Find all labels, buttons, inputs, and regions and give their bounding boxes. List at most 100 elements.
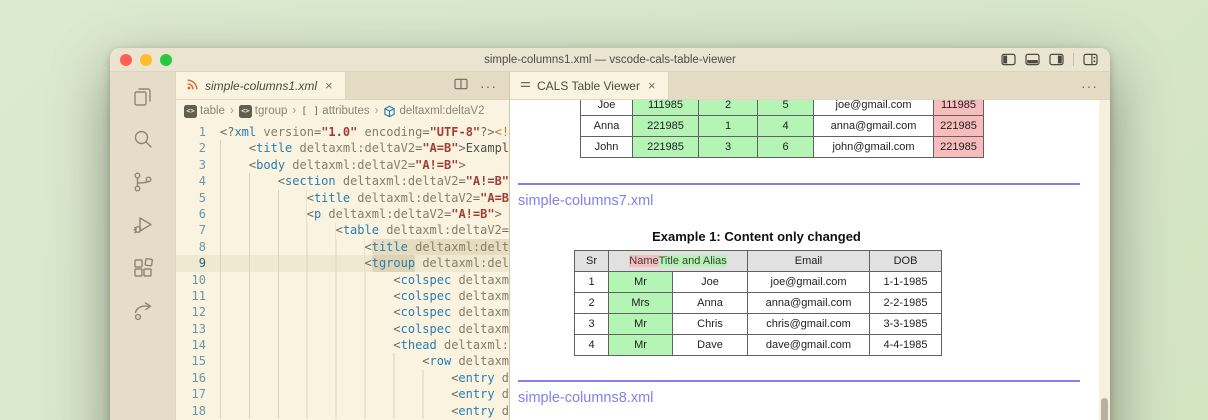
code-line-10[interactable]: 10 <colspec deltaxml [176,272,509,288]
breadcrumb-item-table[interactable]: <>table [184,105,225,118]
code-line-8[interactable]: 8 <title deltaxml:delta [176,239,509,255]
code-line-11[interactable]: 11 <colspec deltaxml [176,288,509,304]
explorer-icon [131,84,155,108]
code-token: < [365,239,372,255]
code-token: deltaxml [458,321,509,337]
code-line-18[interactable]: 18 <entry de [176,403,509,419]
code-line-12[interactable]: 12 <colspec deltaxml [176,304,509,320]
line-number: 6 [176,206,220,222]
code-token: deltaxml:deltaV2 [357,190,473,206]
activity-item-run-debug[interactable] [129,211,157,239]
inserted-header-text: Title and Alias [659,255,727,267]
code-line-5[interactable]: 5 <title deltaxml:deltaV2="A=B"> [176,190,509,206]
table-cell: joe@gmail.com [748,272,870,293]
element-icon: <> [184,105,197,118]
activity-item-extensions[interactable] [129,254,157,282]
code-token: < [307,206,314,222]
code-editor[interactable]: 1<?xml version="1.0" encoding="UTF-8"?><… [176,122,509,420]
code-token: deltaxml:deltaV2 [300,140,416,156]
code-token: < [451,370,458,386]
breadcrumb-label: attributes [322,105,369,117]
code-token: = [444,206,451,222]
code-token: < [451,386,458,402]
code-line-14[interactable]: 14 <thead deltaxml:d [176,337,509,353]
code-token: deltaxml:deltaV2 [386,222,502,238]
code-line-16[interactable]: 16 <entry de [176,370,509,386]
breadcrumb-item-attributes[interactable]: [ ]attributes [301,105,369,117]
table-cell: Mr [609,314,673,335]
code-token: < [422,353,429,369]
table-cell: 2 [699,100,758,116]
code-token [495,386,502,402]
code-line-13[interactable]: 13 <colspec deltaxml [176,321,509,337]
table-cell: Joe [673,272,748,293]
table-cell: Anna [581,116,633,137]
tab-cals-table-viewer[interactable]: CALS Table Viewer × [510,72,669,99]
indent-guide [220,239,365,255]
code-token: row [430,353,452,369]
indent-guide [220,288,393,304]
table-cell: 4-4-1985 [870,335,942,356]
line-number: 4 [176,173,220,189]
code-token: xml [234,124,256,140]
code-token: < [393,272,400,288]
customize-layout-icon[interactable] [1083,53,1098,66]
line-number: 2 [176,140,220,156]
toggle-sidebar-right-icon[interactable] [1049,53,1064,66]
activity-item-search[interactable] [129,125,157,153]
indent-guide [220,140,249,156]
traffic-lights [120,54,172,66]
code-line-6[interactable]: 6 <p deltaxml:deltaV2="A!=B"> [176,206,509,222]
code-token: deltaxml [458,304,509,320]
maximize-window-button[interactable] [160,54,172,66]
line-number: 5 [176,190,220,206]
code-line-1[interactable]: 1<?xml version="1.0" encoding="UTF-8"?><… [176,124,509,140]
code-token: = [408,157,415,173]
activity-item-explorer[interactable] [129,82,157,110]
webview-scrollbar-thumb[interactable] [1101,398,1108,420]
code-line-3[interactable]: 3 <body deltaxml:deltaV2="A!=B"> [176,157,509,173]
code-token: > [495,206,502,222]
tab-simple-columns1-xml[interactable]: simple-columns1.xml × [176,72,346,99]
more-actions-icon[interactable]: ··· [1081,79,1098,93]
table-row: 3MrChrischris@gmail.com3-3-1985 [575,314,942,335]
table-cell: Chris [673,314,748,335]
breadcrumb-item-tgroup[interactable]: <>tgroup [239,105,288,118]
code-line-17[interactable]: 17 <entry de [176,386,509,402]
toggle-panel-bottom-icon[interactable] [1025,53,1040,66]
file-heading-simple-columns8: simple-columns8.xml [516,390,1088,406]
activity-item-source-control[interactable] [129,168,157,196]
source-control-icon [131,170,155,194]
code-token: "A!=B" [451,206,494,222]
vscode-window: simple-columns1.xml — vscode-cals-table-… [110,48,1110,420]
activity-item-live-share[interactable] [129,297,157,325]
toggle-sidebar-left-icon[interactable] [1001,53,1016,66]
code-token: deltaxml:deltaV2 [328,206,444,222]
split-editor-icon[interactable] [454,77,468,95]
code-line-4[interactable]: 4 <section deltaxml:deltaV2="A!=B"> [176,173,509,189]
code-token: title [256,140,292,156]
code-token: < [249,140,256,156]
close-tab-icon[interactable]: × [646,78,658,93]
code-token: < [451,403,458,419]
table-cell: John [581,137,633,158]
code-line-15[interactable]: 15 <row deltaxml [176,353,509,369]
minimize-window-button[interactable] [140,54,152,66]
code-token: < [393,304,400,320]
table-row: 2MrsAnnaanna@gmail.com2-2-1985 [575,293,942,314]
code-line-9[interactable]: 9 <tgroup deltaxml:delt [176,255,509,271]
code-line-7[interactable]: 7 <table deltaxml:deltaV2="A [176,222,509,238]
more-actions-icon[interactable]: ··· [480,79,497,93]
code-token: ltaxml:delt [437,255,509,271]
code-token [350,190,357,206]
close-tab-icon[interactable]: × [323,78,335,93]
code-line-2[interactable]: 2 <title deltaxml:deltaV2="A=B">Examples [176,140,509,156]
header-cell: Sr [575,251,609,272]
close-window-button[interactable] [120,54,132,66]
code-token: thead [401,337,437,353]
breadcrumb-item-deltaxml-deltaV2[interactable]: deltaxml:deltaV2 [383,105,484,118]
code-token: table [343,222,379,238]
line-number: 10 [176,272,220,288]
indent-guide [220,304,393,320]
section-divider [518,380,1080,382]
